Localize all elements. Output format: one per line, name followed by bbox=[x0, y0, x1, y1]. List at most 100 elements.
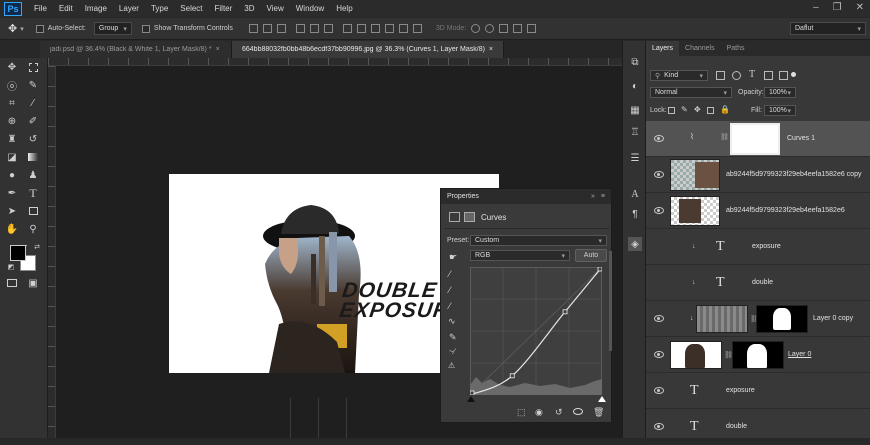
reset-adjustment-icon[interactable]: ↺ bbox=[555, 407, 563, 418]
history-panel-icon[interactable]: ⧉ bbox=[628, 55, 642, 69]
restore-button[interactable]: ❐ bbox=[833, 2, 842, 13]
channel-dropdown[interactable]: RGB ▾ bbox=[470, 250, 570, 261]
visibility-eye-icon[interactable] bbox=[654, 207, 664, 214]
distribute-left-icon[interactable] bbox=[384, 24, 394, 33]
adjustments-panel-icon[interactable]: ♖ bbox=[628, 125, 642, 139]
styles-panel-icon[interactable]: ☰ bbox=[628, 151, 642, 165]
visibility-eye-icon[interactable] bbox=[654, 171, 664, 178]
blur-tool-icon[interactable]: ● bbox=[5, 168, 19, 182]
history-brush-icon[interactable]: ↺ bbox=[26, 132, 40, 146]
lock-transparent-icon[interactable] bbox=[668, 107, 675, 114]
layer-name[interactable]: exposure bbox=[726, 387, 755, 394]
curve-control-point[interactable] bbox=[597, 267, 602, 272]
toggle-visibility-icon[interactable] bbox=[573, 408, 583, 415]
distribute-middle-icon[interactable] bbox=[356, 24, 366, 33]
document-tab[interactable]: jadi.psd @ 36.4% (Black & White 1, Layer… bbox=[40, 41, 232, 58]
dodge-tool-icon[interactable]: ♟ bbox=[26, 168, 40, 182]
curves-graph[interactable] bbox=[470, 267, 602, 395]
visibility-eye-icon[interactable] bbox=[654, 135, 664, 142]
menu-type[interactable]: Type bbox=[151, 4, 168, 13]
menu-filter[interactable]: Filter bbox=[215, 4, 233, 13]
scrollbar[interactable] bbox=[609, 251, 612, 351]
fill-input[interactable]: 100% ▾ bbox=[764, 105, 796, 116]
tab-paths[interactable]: Paths bbox=[721, 41, 751, 56]
lock-position-icon[interactable]: ✥ bbox=[694, 105, 701, 114]
swatches-panel-icon[interactable]: ▦ bbox=[628, 103, 642, 117]
link-icon[interactable]: ⛓ bbox=[720, 133, 729, 141]
opacity-input[interactable]: 100% ▾ bbox=[764, 87, 796, 98]
edit-curve-points-icon[interactable]: ∿ bbox=[448, 316, 456, 327]
healing-brush-icon[interactable]: ⊕ bbox=[5, 114, 19, 128]
tool-preset-chevron-icon[interactable]: ▾ bbox=[20, 25, 24, 33]
blend-mode-dropdown[interactable]: Normal ▾ bbox=[650, 87, 732, 98]
layer-name[interactable]: Curves 1 bbox=[787, 135, 815, 142]
layer-row[interactable]: ↓ ⛓ Layer 0 copy bbox=[646, 301, 870, 337]
move-tool-icon[interactable]: ✥ bbox=[5, 60, 19, 74]
color-panel-icon[interactable]: ◐ bbox=[628, 79, 642, 93]
lock-pixels-icon[interactable]: ✎ bbox=[681, 105, 688, 114]
menu-file[interactable]: File bbox=[34, 4, 47, 13]
move-tool-icon[interactable]: ✥ bbox=[8, 22, 17, 35]
layer-mask-thumbnail[interactable] bbox=[732, 341, 784, 369]
visibility-eye-icon[interactable] bbox=[654, 387, 664, 394]
menu-view[interactable]: View bbox=[267, 4, 284, 13]
transform-controls-checkbox[interactable]: Show Transform Controls bbox=[141, 24, 233, 33]
smooth-curve-icon[interactable]: ~∕ bbox=[449, 347, 455, 356]
properties-header[interactable]: Properties » ≡ bbox=[441, 189, 611, 204]
swap-colors-icon[interactable]: ⇄ bbox=[30, 240, 44, 254]
layer-filter-dropdown[interactable]: ⚲ Kind ▾ bbox=[650, 70, 708, 81]
close-tab-icon[interactable]: × bbox=[489, 46, 493, 53]
layer-row[interactable]: ab9244f5d9799323f29eb4eefa1582e6 copy bbox=[646, 157, 870, 193]
paragraph-panel-icon[interactable]: ¶ bbox=[628, 207, 642, 221]
document-tab-active[interactable]: 664bb88032fb0bb48b6ecdf37bb90996.jpg @ 3… bbox=[232, 41, 504, 58]
menu-edit[interactable]: Edit bbox=[59, 4, 73, 13]
tab-channels[interactable]: Channels bbox=[679, 41, 721, 56]
distribute-bottom-icon[interactable] bbox=[370, 24, 380, 33]
filter-pixel-icon[interactable] bbox=[716, 71, 725, 80]
character-panel-icon[interactable]: A bbox=[628, 187, 642, 201]
eraser-tool-icon[interactable]: ◪ bbox=[5, 150, 19, 164]
black-point-slider[interactable] bbox=[467, 396, 475, 402]
clip-to-layer-icon[interactable]: ⬚ bbox=[517, 407, 526, 418]
menu-select[interactable]: Select bbox=[180, 4, 202, 13]
layer-row[interactable]: T double bbox=[646, 409, 870, 445]
curve-control-point[interactable] bbox=[509, 373, 515, 379]
layer-row[interactable]: T exposure bbox=[646, 373, 870, 409]
collapse-icon[interactable]: » bbox=[591, 193, 595, 200]
lock-artboard-icon[interactable] bbox=[707, 107, 714, 114]
targeted-adjustment-icon[interactable]: ☛ bbox=[449, 252, 457, 263]
tab-layers[interactable]: Layers bbox=[646, 41, 680, 56]
3d-roll-icon[interactable] bbox=[485, 24, 495, 33]
auto-select-dropdown[interactable]: Group ▾ bbox=[93, 22, 132, 35]
layer-mask-icon[interactable] bbox=[464, 212, 475, 222]
curve-control-point[interactable] bbox=[562, 309, 568, 315]
layer-thumbnail[interactable] bbox=[670, 159, 720, 191]
visibility-eye-icon[interactable] bbox=[654, 315, 664, 322]
close-button[interactable]: ✕ bbox=[856, 2, 864, 13]
filter-toggle-icon[interactable] bbox=[791, 72, 796, 77]
layer-name[interactable]: double bbox=[752, 279, 773, 286]
hand-tool-icon[interactable]: ✋ bbox=[5, 222, 19, 236]
distribute-right-icon[interactable] bbox=[412, 24, 422, 33]
zoom-tool-icon[interactable]: ⚲ bbox=[26, 222, 40, 236]
delete-adjustment-icon[interactable]: 🗑 bbox=[593, 407, 604, 418]
gradient-tool-icon[interactable] bbox=[26, 150, 40, 164]
minimize-button[interactable]: – bbox=[813, 2, 819, 13]
close-tab-icon[interactable]: × bbox=[216, 46, 220, 53]
sample-white-eyedropper-icon[interactable]: ⁄ bbox=[449, 301, 451, 311]
clipping-warning-icon[interactable]: ⚠ bbox=[448, 361, 455, 370]
distribute-top-icon[interactable] bbox=[342, 24, 352, 33]
workspace-dropdown[interactable]: Daflut ▾ bbox=[790, 22, 866, 35]
filter-smart-object-icon[interactable] bbox=[779, 71, 788, 80]
menu-image[interactable]: Image bbox=[85, 4, 107, 13]
view-previous-state-icon[interactable]: ◉ bbox=[535, 407, 543, 418]
layer-thumbnail[interactable] bbox=[670, 341, 722, 369]
horizontal-ruler[interactable] bbox=[48, 58, 622, 66]
layers-panel-icon[interactable]: ◈ bbox=[628, 237, 642, 251]
panel-menu-icon[interactable]: ≡ bbox=[601, 193, 605, 200]
clone-stamp-icon[interactable]: ♜ bbox=[5, 132, 19, 146]
3d-pan-icon[interactable] bbox=[499, 24, 509, 33]
align-center-icon[interactable] bbox=[309, 24, 319, 33]
vertical-ruler[interactable] bbox=[48, 66, 56, 438]
auto-button[interactable]: Auto bbox=[575, 249, 607, 262]
